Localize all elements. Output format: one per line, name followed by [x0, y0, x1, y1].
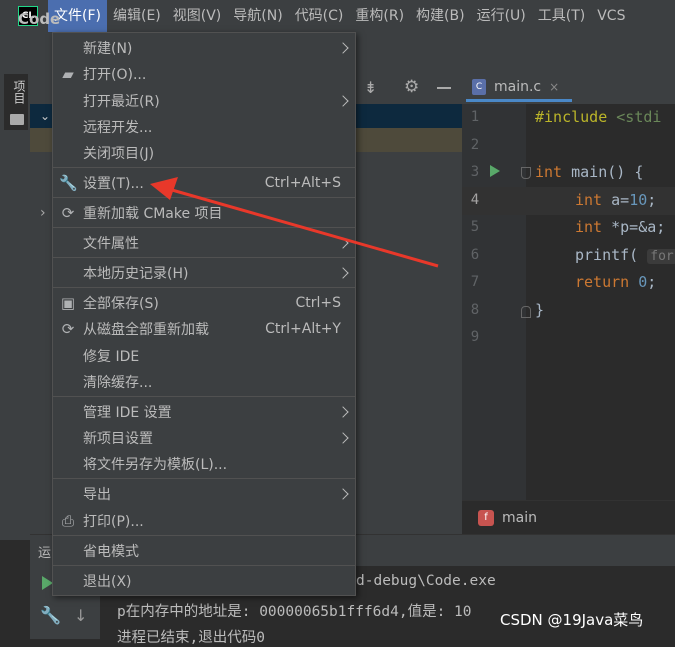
arrow-head — [150, 177, 178, 200]
annotation-arrow — [150, 177, 439, 268]
arrow-shaft — [171, 188, 439, 268]
